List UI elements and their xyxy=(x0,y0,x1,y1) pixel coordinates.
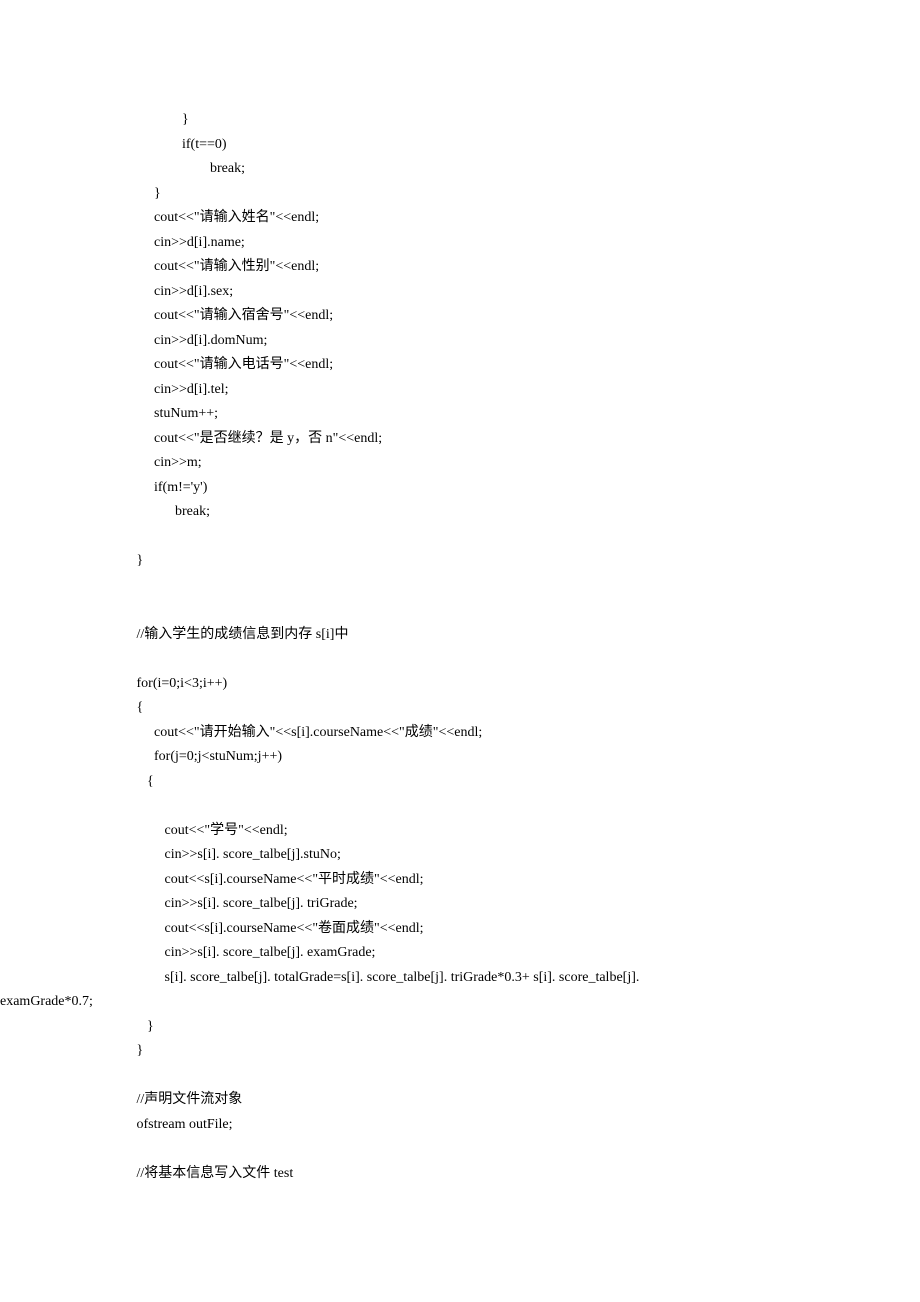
code-line: stuNum++; xyxy=(112,402,808,427)
code-line: s[i]. score_talbe[j]. totalGrade=s[i]. s… xyxy=(112,966,808,991)
code-line: cout<<s[i].courseName<<"平时成绩"<<endl; xyxy=(112,868,808,893)
code-line: cout<<s[i].courseName<<"卷面成绩"<<endl; xyxy=(112,917,808,942)
code-line xyxy=(112,1064,808,1089)
code-line: cin>>s[i]. score_talbe[j]. examGrade; xyxy=(112,941,808,966)
code-line: cout<<"请输入性别"<<endl; xyxy=(112,255,808,280)
code-line xyxy=(112,1137,808,1162)
code-line: cin>>s[i]. score_talbe[j].stuNo; xyxy=(112,843,808,868)
code-line: break; xyxy=(112,500,808,525)
code-line: cin>>d[i].tel; xyxy=(112,378,808,403)
code-line: cin>>m; xyxy=(112,451,808,476)
code-line: } xyxy=(112,1039,808,1064)
code-line: ofstream outFile; xyxy=(112,1113,808,1138)
code-line xyxy=(112,525,808,550)
code-line: } xyxy=(112,182,808,207)
code-line xyxy=(112,598,808,623)
code-line: examGrade*0.7; xyxy=(0,990,808,1015)
code-line: for(i=0;i<3;i++) xyxy=(112,672,808,697)
code-line: break; xyxy=(112,157,808,182)
code-line: //将基本信息写入文件 test xyxy=(112,1162,808,1187)
code-line xyxy=(112,794,808,819)
code-line: } xyxy=(112,1015,808,1040)
code-line: cout<<"是否继续？是 y，否 n"<<endl; xyxy=(112,427,808,452)
code-line: for(j=0;j<stuNum;j++) xyxy=(112,745,808,770)
code-line: cin>>s[i]. score_talbe[j]. triGrade; xyxy=(112,892,808,917)
code-line xyxy=(112,574,808,599)
code-line: cout<<"请输入宿舍号"<<endl; xyxy=(112,304,808,329)
code-line xyxy=(112,647,808,672)
code-line: } xyxy=(112,108,808,133)
code-line: if(t==0) xyxy=(112,133,808,158)
code-listing: } if(t==0) break; } cout<<"请输入姓名"<<endl;… xyxy=(112,108,808,1186)
document-page: } if(t==0) break; } cout<<"请输入姓名"<<endl;… xyxy=(0,0,920,1302)
code-line: //输入学生的成绩信息到内存 s[i]中 xyxy=(112,623,808,648)
code-line: cin>>d[i].sex; xyxy=(112,280,808,305)
code-line: { xyxy=(112,696,808,721)
code-line: cin>>d[i].domNum; xyxy=(112,329,808,354)
code-line: cout<<"请输入电话号"<<endl; xyxy=(112,353,808,378)
code-line: //声明文件流对象 xyxy=(112,1088,808,1113)
code-line: if(m!='y') xyxy=(112,476,808,501)
code-line: { xyxy=(112,770,808,795)
code-line: cin>>d[i].name; xyxy=(112,231,808,256)
code-line: } xyxy=(112,549,808,574)
code-line: cout<<"学号"<<endl; xyxy=(112,819,808,844)
code-line: cout<<"请输入姓名"<<endl; xyxy=(112,206,808,231)
code-line: cout<<"请开始输入"<<s[i].courseName<<"成绩"<<en… xyxy=(112,721,808,746)
